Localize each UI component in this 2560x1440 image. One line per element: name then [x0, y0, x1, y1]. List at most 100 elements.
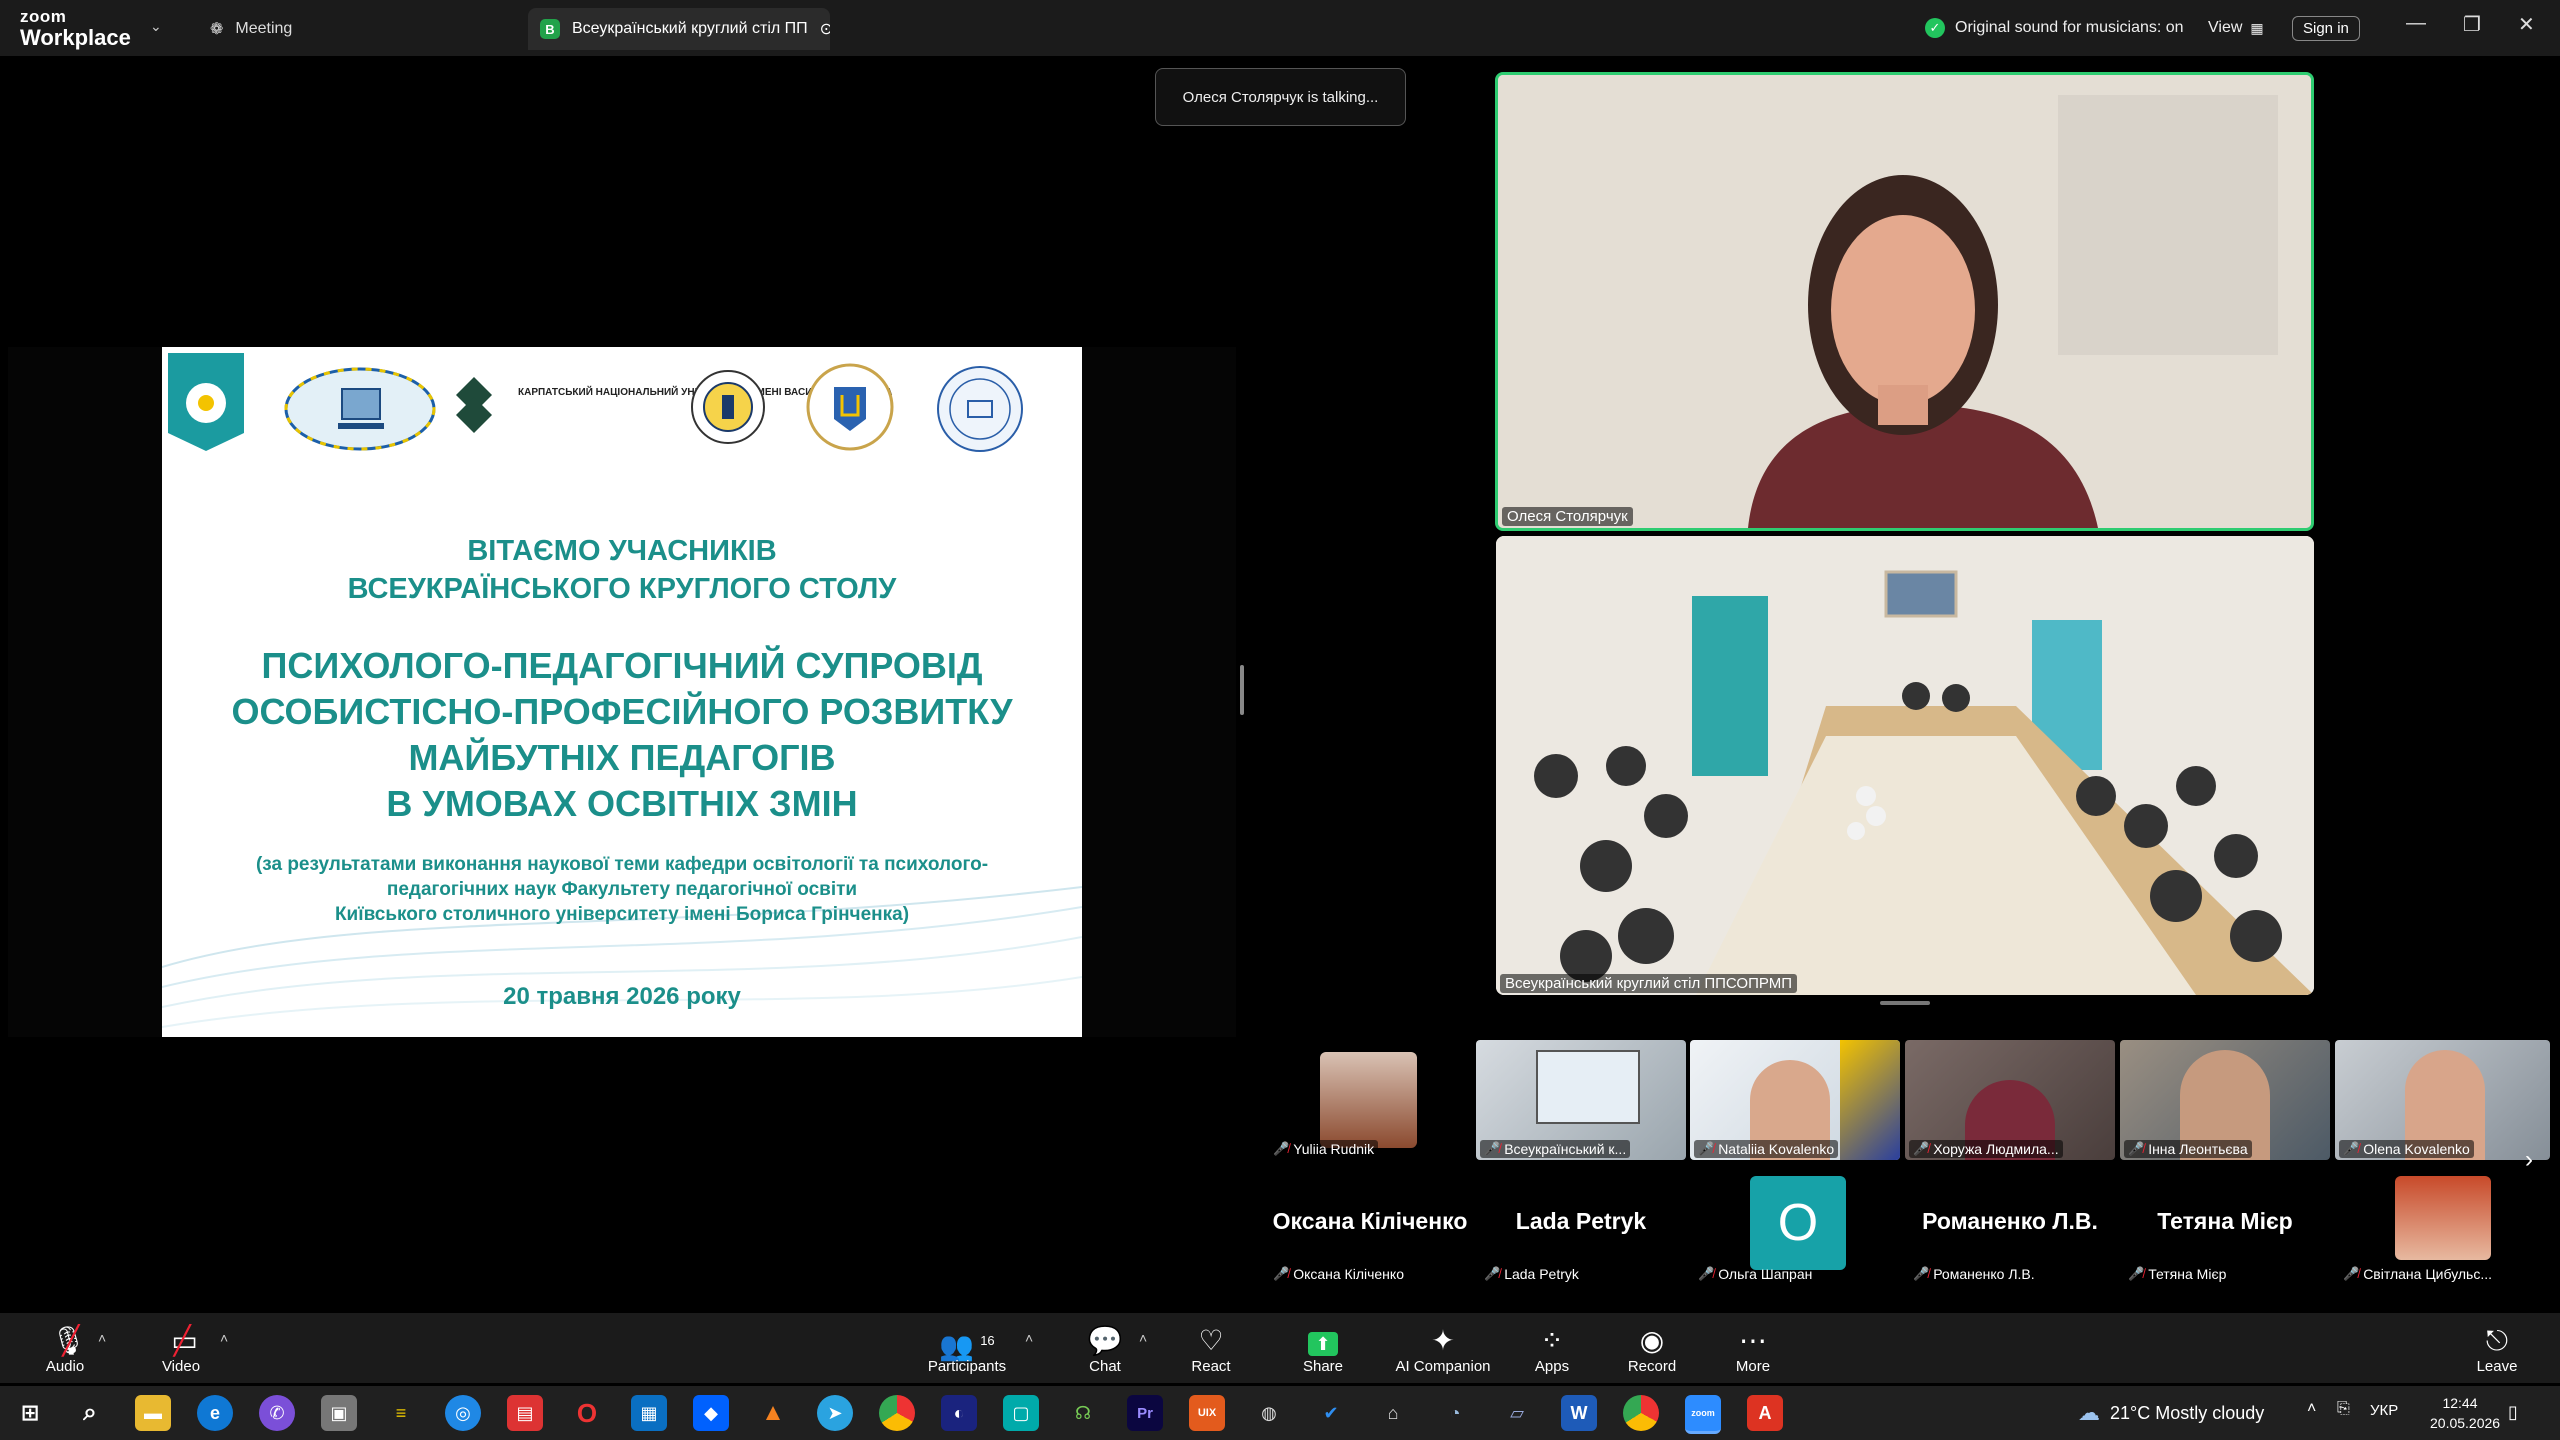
sign-in-button[interactable]: Sign in: [2292, 15, 2360, 41]
edge-icon[interactable]: e: [197, 1395, 233, 1431]
next-page-arrow-icon[interactable]: ›: [2525, 1146, 2533, 1174]
apps-icon: ⁘: [1540, 1325, 1564, 1356]
search-icon[interactable]: ⌕: [72, 1395, 108, 1431]
more-icon[interactable]: ⊙: [820, 19, 830, 39]
participant-tile[interactable]: О 🎤̸ Ольга Шапран: [1690, 1176, 1900, 1286]
participant-tile[interactable]: 🎤̸ Olena Kovalenko: [2335, 1040, 2550, 1160]
emblem-logo: [691, 370, 765, 444]
record-button[interactable]: ◉ Record: [1597, 1324, 1707, 1375]
grid-view-icon: ▦: [2250, 19, 2264, 36]
file-explorer-icon[interactable]: ▬: [135, 1395, 171, 1431]
room-video[interactable]: Всеукраїнський круглий стіл ППСОПРМП: [1496, 536, 2314, 995]
participant-tile[interactable]: Lada Petryk 🎤̸ Lada Petryk: [1476, 1176, 1686, 1286]
app-icon[interactable]: ◔: [1437, 1395, 1473, 1431]
close-icon[interactable]: ✕: [2518, 12, 2535, 37]
tab-active-meeting[interactable]: В Всеукраїнський круглий стіл ПП ⊙: [528, 8, 830, 50]
app-icon[interactable]: ⌂: [1375, 1395, 1411, 1431]
word-icon[interactable]: W: [1561, 1395, 1597, 1431]
participants-caret-icon[interactable]: ˄: [1025, 1330, 1033, 1346]
tray-chevron-icon[interactable]: ˄: [2307, 1400, 2316, 1418]
video-options-caret-icon[interactable]: ˄: [220, 1330, 228, 1346]
participants-count: 16: [980, 1333, 995, 1348]
mic-muted-icon: 🎤̸: [2128, 1141, 2145, 1156]
participant-tile[interactable]: Тетяна Мієр 🎤̸ Тетяна Мієр: [2120, 1176, 2330, 1286]
shared-slide: КАРПАТСЬКИЙ НАЦІОНАЛЬНИЙ УНІВЕРСИТЕТ ІМЕ…: [162, 347, 1082, 1037]
participant-tile[interactable]: 🎤̸ Nataliia Kovalenko: [1690, 1040, 1900, 1160]
slide-note-1: (за результатами виконання наукової теми…: [255, 854, 989, 875]
participant-tile[interactable]: 🎤̸ Yuliia Rudnik: [1265, 1040, 1475, 1160]
screen-thumbnail: [1536, 1050, 1640, 1124]
conference-room-scene: [1496, 536, 2314, 995]
todo-icon[interactable]: ✔: [1313, 1395, 1349, 1431]
audio-options-caret-icon[interactable]: ˄: [98, 1330, 106, 1346]
chevron-down-icon[interactable]: ⌄: [150, 18, 162, 35]
telegram-icon[interactable]: ➤: [817, 1395, 853, 1431]
panel-resize-handle[interactable]: [1240, 665, 1244, 715]
dropbox-icon[interactable]: ◆: [693, 1395, 729, 1431]
mic-muted-icon: 🎤̸: [1698, 1266, 1715, 1281]
chrome-icon[interactable]: [1623, 1395, 1659, 1431]
vlc-icon[interactable]: ▲: [755, 1395, 791, 1431]
notifications-icon[interactable]: ▯: [2508, 1402, 2518, 1423]
app-icon[interactable]: ▣: [321, 1395, 357, 1431]
active-speaker-video[interactable]: Олеся Столярчук: [1495, 72, 2314, 531]
app-icon[interactable]: ▤: [507, 1395, 543, 1431]
leave-button[interactable]: ⎋ Leave: [2442, 1324, 2552, 1375]
talking-indicator: Олеся Столярчук is talking...: [1155, 68, 1406, 126]
participant-tile[interactable]: 🎤̸ Всеукраїнський к...: [1476, 1040, 1686, 1160]
participant-tile[interactable]: Романенко Л.В. 🎤̸ Романенко Л.В.: [1905, 1176, 2115, 1286]
university-shield-logo: [168, 353, 244, 451]
opera-icon[interactable]: O: [569, 1395, 605, 1431]
participant-tile[interactable]: 🎤̸ Світлана Цибульс...: [2335, 1176, 2550, 1286]
participant-tile[interactable]: Оксана Кіліченко 🎤̸ Оксана Кіліченко: [1265, 1176, 1475, 1286]
steam-icon[interactable]: ◍: [1251, 1395, 1287, 1431]
partner-logos: КАРПАТСЬКИЙ НАЦІОНАЛЬНИЙ УНІВЕРСИТЕТ ІМЕ…: [168, 353, 1023, 452]
cloud-icon: ☁: [2078, 1400, 2100, 1425]
more-button[interactable]: ⋯ More: [1698, 1324, 1808, 1375]
app-icon[interactable]: ◎: [445, 1395, 481, 1431]
chrome-icon[interactable]: [879, 1395, 915, 1431]
participants-button[interactable]: 👥 16 Participants: [912, 1324, 1022, 1375]
apps-button[interactable]: ⁘ Apps: [1497, 1324, 1607, 1375]
minimize-icon[interactable]: —: [2406, 12, 2426, 35]
tab-meeting[interactable]: ❁ Meeting: [210, 14, 292, 44]
slide-topic-3: МАЙБУТНІХ ПЕДАГОГІВ: [408, 737, 836, 778]
app-icon[interactable]: UIX: [1189, 1395, 1225, 1431]
app-icon[interactable]: ▱: [1499, 1395, 1535, 1431]
share-button[interactable]: ⬆ Share: [1268, 1324, 1378, 1375]
tab-badge: В: [540, 19, 560, 39]
avatar: [2395, 1176, 2491, 1260]
leave-icon: ⎋: [2485, 1325, 2509, 1356]
sparkle-icon: ✦: [1431, 1325, 1455, 1356]
windows-start-icon[interactable]: ⊞: [12, 1395, 48, 1431]
language-indicator[interactable]: УКР: [2370, 1402, 2398, 1419]
network-icon[interactable]: ⎘: [2337, 1400, 2350, 1418]
speaker-name-label: Олеся Столярчук: [1502, 507, 1633, 526]
headphones-icon[interactable]: ☊: [1065, 1395, 1101, 1431]
gallery-resize-handle[interactable]: [1880, 1001, 1930, 1005]
tab-title: Всеукраїнський круглий стіл ПП: [572, 20, 808, 37]
slide-topic-2: ОСОБИСТІСНО-ПРОФЕСІЙНОГО РОЗВИТКУ: [231, 691, 1013, 732]
mic-muted-icon: 🎤̸: [1913, 1266, 1930, 1281]
zoom-taskbar-icon[interactable]: zoom: [1685, 1395, 1721, 1434]
app-icon[interactable]: ≡: [383, 1395, 419, 1431]
premiere-icon[interactable]: Pr: [1127, 1395, 1163, 1431]
app-icon[interactable]: ◐: [941, 1395, 977, 1431]
mic-muted-icon: 🎤̸: [2128, 1266, 2145, 1281]
weather-widget[interactable]: ☁ 21°C Mostly cloudy: [2078, 1400, 2264, 1426]
app-icon[interactable]: ▢: [1003, 1395, 1039, 1431]
react-button[interactable]: ♡ React: [1156, 1324, 1266, 1375]
chat-caret-icon[interactable]: ˄: [1139, 1330, 1147, 1346]
store-icon[interactable]: ▦: [631, 1395, 667, 1431]
restore-icon[interactable]: ❐: [2463, 12, 2481, 37]
view-button[interactable]: View ▦: [2208, 14, 2264, 42]
pdf-icon[interactable]: A: [1747, 1395, 1783, 1431]
ai-companion-button[interactable]: ✦ AI Companion: [1383, 1324, 1503, 1375]
mic-muted-icon: 🎤̸: [2343, 1141, 2360, 1156]
viber-icon[interactable]: ✆: [259, 1395, 295, 1431]
participant-tile[interactable]: 🎤̸ Хоружа Людмила...: [1905, 1040, 2115, 1160]
clock[interactable]: 12:44 20.05.2026: [2430, 1393, 2500, 1433]
participant-tile[interactable]: 🎤̸ Інна Леонтьєва: [2120, 1040, 2330, 1160]
mic-muted-icon: 🎤̸: [1484, 1266, 1501, 1281]
original-sound-status[interactable]: ✓ Original sound for musicians: on: [1925, 14, 2184, 42]
